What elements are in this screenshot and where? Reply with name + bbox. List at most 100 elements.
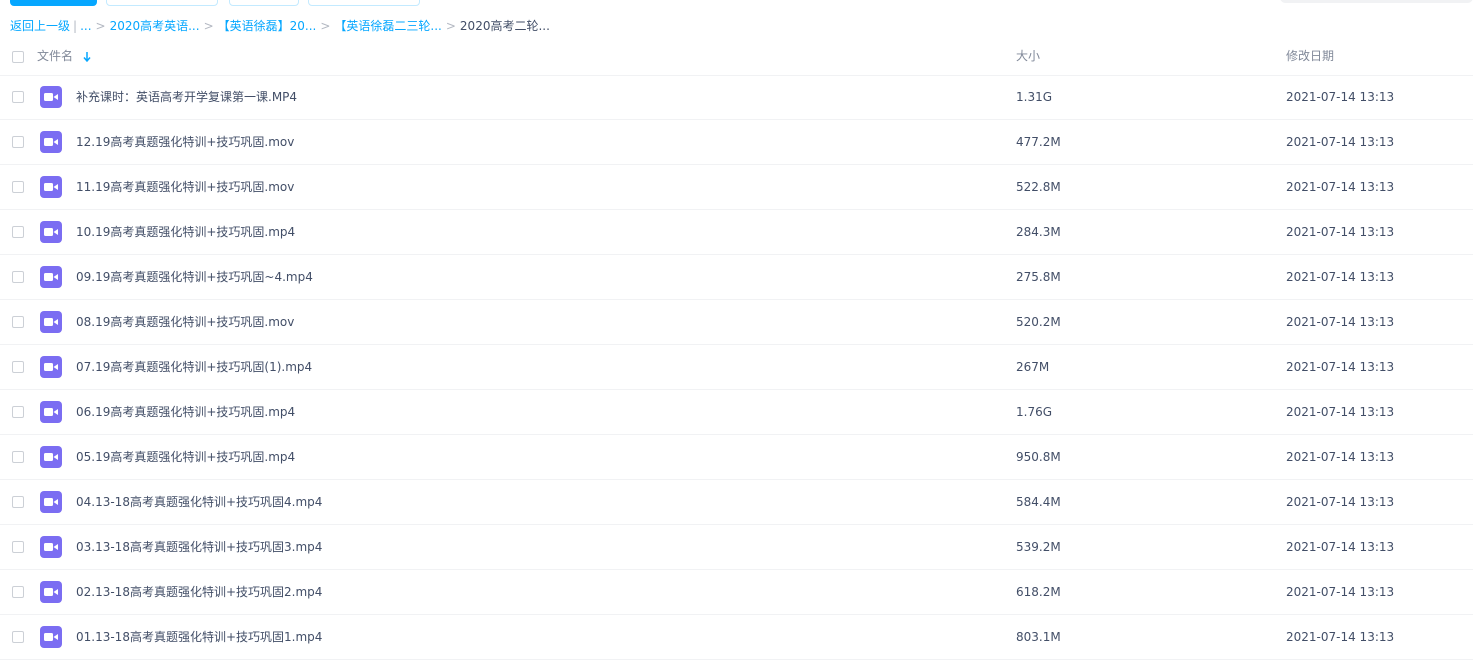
video-file-icon: [40, 86, 62, 108]
video-file-icon: [40, 401, 62, 423]
file-date: 2021-07-14 13:13: [1286, 90, 1395, 104]
row-checkbox[interactable]: [12, 136, 24, 148]
breadcrumb-ellipsis[interactable]: ...: [80, 16, 91, 36]
file-row[interactable]: 02.13-18高考真题强化特训+技巧巩固2.mp4 618.2M 2021-07-…: [0, 570, 1473, 615]
file-size: 950.8M: [1016, 450, 1061, 464]
row-checkbox[interactable]: [12, 271, 24, 283]
video-file-icon: [40, 536, 62, 558]
file-size: 1.76G: [1016, 405, 1053, 419]
back-link[interactable]: 返回上一级: [10, 16, 70, 36]
video-file-icon: [40, 581, 62, 603]
breadcrumb-item[interactable]: 2020高考英语...: [110, 16, 200, 36]
file-date: 2021-07-14 13:13: [1286, 495, 1395, 509]
video-file-icon: [40, 446, 62, 468]
file-date: 2021-07-14 13:13: [1286, 630, 1395, 644]
file-row[interactable]: 09.19高考真题强化特训+技巧巩固~4.mp4 275.8M 2021-07-14…: [0, 255, 1473, 300]
offline-download-button[interactable]: [229, 0, 299, 6]
breadcrumb-separator: >: [320, 19, 331, 33]
arrow-down-icon[interactable]: [83, 51, 91, 62]
file-name[interactable]: 04.13-18高考真题强化特训+技巧巩固4.mp4: [76, 480, 322, 525]
file-name[interactable]: 11.19高考真题强化特训+技巧巩固.mov: [76, 165, 294, 210]
row-checkbox[interactable]: [12, 91, 24, 103]
toolbar-button[interactable]: [308, 0, 420, 6]
file-row[interactable]: 01.13-18高考真题强化特训+技巧巩固1.mp4 803.1M 2021-07-…: [0, 615, 1473, 660]
file-name[interactable]: 10.19高考真题强化特训+技巧巩固.mp4: [76, 210, 295, 255]
file-size: 1.31G: [1016, 90, 1053, 104]
row-checkbox[interactable]: [12, 586, 24, 598]
file-size: 522.8M: [1016, 180, 1061, 194]
file-date: 2021-07-14 13:13: [1286, 270, 1395, 284]
column-size-header[interactable]: 大小: [1016, 38, 1040, 75]
upload-button[interactable]: [10, 0, 97, 6]
select-all-checkbox[interactable]: [12, 51, 24, 63]
video-file-icon: [40, 131, 62, 153]
video-file-icon: [40, 491, 62, 513]
file-list-header: 文件名 大小 修改日期: [0, 38, 1473, 76]
file-size: 284.3M: [1016, 225, 1061, 239]
column-date-header[interactable]: 修改日期: [1286, 38, 1334, 75]
file-row[interactable]: 04.13-18高考真题强化特训+技巧巩固4.mp4 584.4M 2021-07-…: [0, 480, 1473, 525]
file-date: 2021-07-14 13:13: [1286, 135, 1395, 149]
file-row[interactable]: 11.19高考真题强化特训+技巧巩固.mov 522.8M 2021-07-14 1…: [0, 165, 1473, 210]
breadcrumb-separator: >: [445, 19, 456, 33]
row-checkbox[interactable]: [12, 361, 24, 373]
video-file-icon: [40, 221, 62, 243]
video-file-icon: [40, 266, 62, 288]
file-row[interactable]: 补充课时：英语高考开学复课第一课.MP4 1.31G 2021-07-14 13:1…: [0, 75, 1473, 120]
file-date: 2021-07-14 13:13: [1286, 405, 1395, 419]
file-name[interactable]: 12.19高考真题强化特训+技巧巩固.mov: [76, 120, 294, 165]
row-checkbox[interactable]: [12, 496, 24, 508]
file-row[interactable]: 10.19高考真题强化特训+技巧巩固.mp4 284.3M 2021-07-14 1…: [0, 210, 1473, 255]
file-date: 2021-07-14 13:13: [1286, 450, 1395, 464]
file-row[interactable]: 12.19高考真题强化特训+技巧巩固.mov 477.2M 2021-07-14 1…: [0, 120, 1473, 165]
file-row[interactable]: 06.19高考真题强化特训+技巧巩固.mp4 1.76G 2021-07-14 13…: [0, 390, 1473, 435]
file-size: 618.2M: [1016, 585, 1061, 599]
file-name[interactable]: 03.13-18高考真题强化特训+技巧巩固3.mp4: [76, 525, 322, 570]
file-row[interactable]: 05.19高考真题强化特训+技巧巩固.mp4 950.8M 2021-07-14 1…: [0, 435, 1473, 480]
file-size: 477.2M: [1016, 135, 1061, 149]
file-row[interactable]: 07.19高考真题强化特训+技巧巩固(1).mp4 267M 2021-07-14 …: [0, 345, 1473, 390]
column-name-header[interactable]: 文件名: [37, 38, 91, 75]
row-checkbox[interactable]: [12, 541, 24, 553]
file-name[interactable]: 补充课时：英语高考开学复课第一课.MP4: [76, 75, 297, 120]
file-size: 539.2M: [1016, 540, 1061, 554]
breadcrumb-separator: >: [95, 19, 106, 33]
row-checkbox[interactable]: [12, 406, 24, 418]
new-folder-button[interactable]: [106, 0, 218, 6]
file-date: 2021-07-14 13:13: [1286, 180, 1395, 194]
file-date: 2021-07-14 13:13: [1286, 585, 1395, 599]
row-checkbox[interactable]: [12, 226, 24, 238]
video-file-icon: [40, 626, 62, 648]
file-name[interactable]: 05.19高考真题强化特训+技巧巩固.mp4: [76, 435, 295, 480]
video-file-icon: [40, 311, 62, 333]
file-row[interactable]: 08.19高考真题强化特训+技巧巩固.mov 520.2M 2021-07-14 1…: [0, 300, 1473, 345]
file-name[interactable]: 08.19高考真题强化特训+技巧巩固.mov: [76, 300, 294, 345]
row-checkbox[interactable]: [12, 316, 24, 328]
breadcrumb-divider: |: [73, 19, 78, 33]
breadcrumb-item[interactable]: 【英语徐磊二三轮...: [334, 16, 441, 36]
file-date: 2021-07-14 13:13: [1286, 315, 1395, 329]
video-file-icon: [40, 176, 62, 198]
file-name[interactable]: 07.19高考真题强化特训+技巧巩固(1).mp4: [76, 345, 312, 390]
file-date: 2021-07-14 13:13: [1286, 225, 1395, 239]
row-checkbox[interactable]: [12, 631, 24, 643]
row-checkbox[interactable]: [12, 451, 24, 463]
row-checkbox[interactable]: [12, 181, 24, 193]
search-input[interactable]: [1280, 0, 1473, 3]
file-name[interactable]: 06.19高考真题强化特训+技巧巩固.mp4: [76, 390, 295, 435]
file-name[interactable]: 01.13-18高考真题强化特训+技巧巩固1.mp4: [76, 615, 322, 660]
file-date: 2021-07-14 13:13: [1286, 540, 1395, 554]
breadcrumb-current: 2020高考二轮...: [459, 19, 550, 33]
file-name[interactable]: 09.19高考真题强化特训+技巧巩固~4.mp4: [76, 255, 313, 300]
file-size: 267M: [1016, 360, 1050, 374]
file-name[interactable]: 02.13-18高考真题强化特训+技巧巩固2.mp4: [76, 570, 322, 615]
column-name-label: 文件名: [37, 49, 74, 63]
file-date: 2021-07-14 13:13: [1286, 360, 1395, 374]
file-size: 520.2M: [1016, 315, 1061, 329]
file-size: 584.4M: [1016, 495, 1061, 509]
file-size: 803.1M: [1016, 630, 1061, 644]
file-list: 补充课时：英语高考开学复课第一课.MP4 1.31G 2021-07-14 13:1…: [0, 75, 1473, 660]
file-size: 275.8M: [1016, 270, 1061, 284]
breadcrumb-item[interactable]: 【英语徐磊】20...: [218, 16, 317, 36]
file-row[interactable]: 03.13-18高考真题强化特训+技巧巩固3.mp4 539.2M 2021-07-…: [0, 525, 1473, 570]
